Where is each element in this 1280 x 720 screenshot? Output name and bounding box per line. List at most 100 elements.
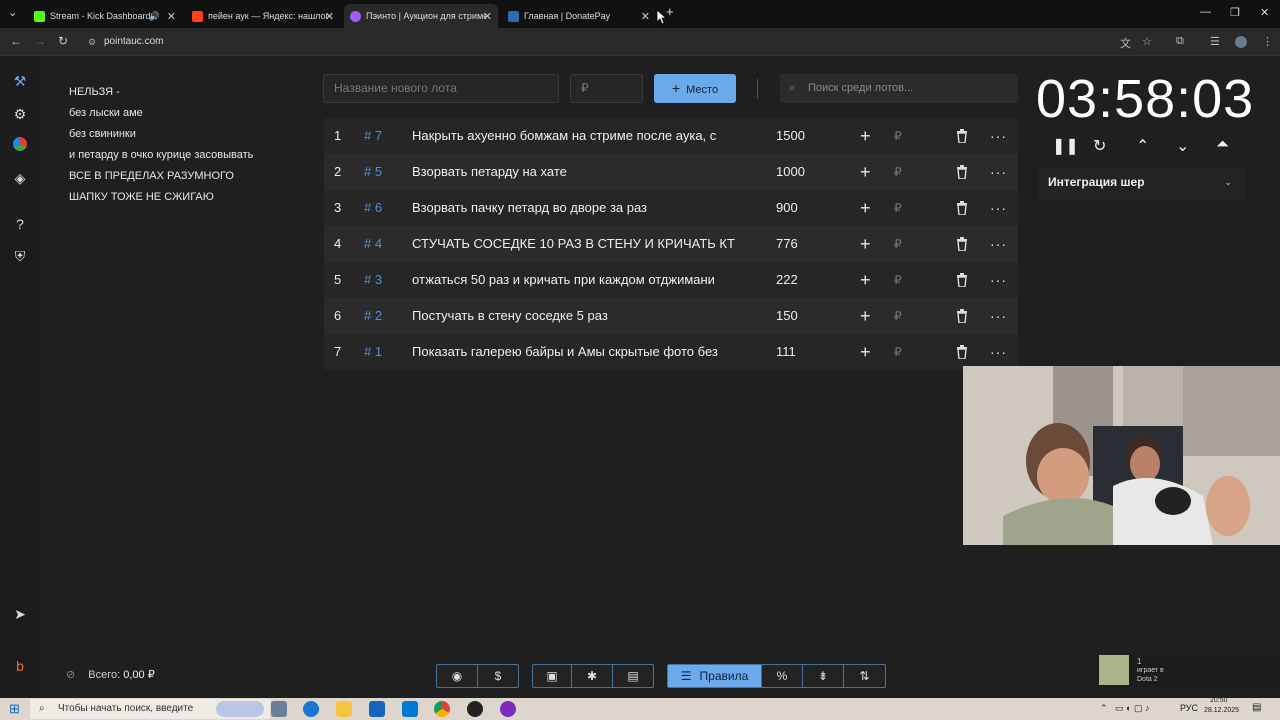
telegram-icon[interactable]: ➤ — [11, 605, 29, 623]
settings-gear-icon[interactable]: ⚙ — [11, 105, 29, 123]
explorer-icon[interactable] — [336, 701, 352, 717]
github-icon[interactable]: ◉ — [437, 665, 478, 687]
lot-name[interactable]: Взорвать пачку петард во дворе за раз — [412, 190, 752, 226]
timer-double-up-icon[interactable]: ⏶ — [1216, 136, 1229, 154]
eye-off-icon[interactable]: ⊘ — [66, 669, 75, 681]
trash-icon[interactable] — [956, 262, 970, 301]
lot-amount[interactable]: 111 — [776, 334, 796, 370]
new-tab-button[interactable]: + — [666, 4, 674, 19]
add-amount-button[interactable]: + — [860, 190, 871, 226]
tray-chevron-icon[interactable]: ⌃ — [1100, 703, 1108, 714]
store-icon[interactable] — [369, 701, 385, 717]
translate-icon[interactable]: 文 — [1120, 35, 1131, 51]
table-row[interactable]: 7 # 1 Показать галерею байры и Амы скрытые… — [324, 334, 1018, 370]
app-icon[interactable] — [500, 701, 516, 717]
tab-close-icon[interactable]: ✕ — [641, 10, 650, 23]
windows-start-icon[interactable]: ⊞ — [9, 701, 20, 717]
minimize-icon[interactable]: — — [1200, 6, 1211, 18]
chrome-icon[interactable] — [434, 701, 450, 717]
pause-icon[interactable]: ❚❚ — [1052, 136, 1079, 156]
help-icon[interactable]: ? — [11, 215, 29, 233]
clear-lots-icon[interactable]: ▤ — [613, 665, 653, 687]
rules-button[interactable]: ☰ Правила — [668, 665, 762, 687]
table-row[interactable]: 4 # 4 СТУЧАТЬ СОСЕДКЕ 10 РАЗ В СТЕНУ И КРИ… — [324, 226, 1018, 262]
bug-report-icon[interactable]: ✱ — [572, 665, 613, 687]
lot-amount[interactable]: 900 — [776, 190, 798, 226]
more-options-icon[interactable]: ··· — [990, 190, 1007, 226]
url-field[interactable]: ⚙ pointauc.com — [84, 32, 1114, 52]
add-amount-button[interactable]: + — [860, 334, 871, 370]
more-options-icon[interactable]: ··· — [990, 118, 1007, 154]
browser-menu-icon[interactable]: ⋮ — [1262, 35, 1273, 48]
amount-input[interactable]: ₽ — [570, 74, 643, 103]
tab-pointauc[interactable]: Пэинто | Аукцион для стримеров ✕ — [344, 4, 498, 28]
tab-search-icon[interactable]: ⌄ — [8, 6, 17, 19]
lot-amount[interactable]: 222 — [776, 262, 798, 298]
lot-name[interactable]: Накрыть ахуенно бомжам на стриме после а… — [412, 118, 752, 154]
edge-icon[interactable] — [303, 701, 319, 717]
integration-dropdown[interactable]: Интеграция шер ⌄ — [1038, 167, 1246, 199]
add-place-button[interactable]: + Место — [654, 74, 736, 103]
donate-dollar-icon[interactable]: $ — [478, 665, 518, 687]
lot-amount[interactable]: 1000 — [776, 154, 805, 190]
add-amount-button[interactable]: + — [860, 154, 871, 190]
boosty-icon[interactable]: b — [11, 657, 29, 675]
lot-search-input[interactable]: ⌕ Поиск среди лотов... — [780, 74, 1018, 103]
extensions-icon[interactable]: ⧉ — [1176, 35, 1184, 48]
more-options-icon[interactable]: ··· — [990, 154, 1007, 190]
back-icon[interactable]: ← — [10, 34, 22, 48]
audio-icon[interactable]: 🔊 — [149, 11, 160, 22]
percent-toggle[interactable]: % — [762, 665, 803, 687]
lot-id[interactable]: # 3 — [364, 262, 382, 298]
tab-donatepay[interactable]: Главная | DonatePay ✕ — [502, 4, 656, 28]
lot-id[interactable]: # 6 — [364, 190, 382, 226]
lot-amount[interactable]: 1500 — [776, 118, 805, 154]
timer-up-icon[interactable]: ⌃ — [1136, 136, 1149, 156]
notifications-icon[interactable]: ▤ — [1252, 702, 1261, 713]
tab-close-icon[interactable]: ✕ — [167, 10, 176, 23]
table-row[interactable]: 3 # 6 Взорвать пачку петард во дворе за ра… — [324, 190, 1018, 226]
lot-id[interactable]: # 1 — [364, 334, 382, 370]
more-options-icon[interactable]: ··· — [990, 334, 1007, 370]
trash-icon[interactable] — [956, 154, 970, 193]
tray-icons[interactable]: ▭ ◐ ▢ ♪ — [1115, 703, 1149, 714]
lot-amount[interactable]: 776 — [776, 226, 798, 262]
profile-avatar[interactable] — [1235, 36, 1247, 48]
lot-id[interactable]: # 5 — [364, 154, 382, 190]
lot-id[interactable]: # 7 — [364, 118, 382, 154]
bookmark-star-icon[interactable]: ☆ — [1142, 35, 1152, 48]
sort-icon[interactable]: ⇅ — [844, 665, 885, 687]
trash-icon[interactable] — [956, 298, 970, 337]
save-icon[interactable]: ▣ — [533, 665, 572, 687]
maximize-icon[interactable]: ❐ — [1230, 6, 1240, 19]
lot-name[interactable]: Показать галерею байры и Амы скрытые фот… — [412, 334, 752, 370]
language-indicator[interactable]: РУС — [1180, 703, 1198, 713]
tab-kick[interactable]: Stream - Kick Dashboard 🔊 ✕ — [28, 4, 182, 28]
add-amount-button[interactable]: + — [860, 118, 871, 154]
lot-amount[interactable]: 150 — [776, 298, 798, 334]
reset-timer-icon[interactable]: ↻ — [1093, 136, 1106, 156]
trash-icon[interactable] — [956, 118, 970, 157]
tab-yandex[interactable]: пейен аук — Яндекс: нашлось ✕ — [186, 4, 340, 28]
add-amount-button[interactable]: + — [860, 298, 871, 334]
table-row[interactable]: 1 # 7 Накрыть ахуенно бомжам на стриме пос… — [324, 118, 1018, 154]
site-info-icon[interactable]: ⚙ — [88, 32, 96, 52]
add-amount-button[interactable]: + — [860, 262, 871, 298]
forward-icon[interactable]: → — [34, 34, 46, 48]
game-notification[interactable]: 1 играет в Dota 2 — [1097, 655, 1279, 687]
lot-name[interactable]: Взорвать петарду на хате — [412, 154, 752, 190]
lot-name[interactable]: отжаться 50 раз и кричать при каждом отд… — [412, 262, 752, 298]
add-amount-button[interactable]: + — [860, 226, 871, 262]
trash-icon[interactable] — [956, 226, 970, 265]
table-row[interactable]: 6 # 2 Постучать в стену соседке 5 раз 150 + ₽… — [324, 298, 1018, 334]
lot-id[interactable]: # 2 — [364, 298, 382, 334]
auction-hammer-icon[interactable]: ⚒ — [11, 72, 29, 90]
tab-manager-icon[interactable]: ☰ — [1210, 35, 1220, 48]
timer-down-icon[interactable]: ⌄ — [1176, 136, 1189, 156]
obs-icon[interactable] — [467, 701, 483, 717]
table-row[interactable]: 5 # 3 отжаться 50 раз и кричать при каждом… — [324, 262, 1018, 298]
table-row[interactable]: 2 # 5 Взорвать петарду на хате 1000 + ₽ ··· — [324, 154, 1018, 190]
taskbar-search[interactable]: ⌕ Чтобы начать поиск, введите — [30, 699, 270, 719]
tab-close-icon[interactable]: ✕ — [325, 10, 334, 23]
lot-name[interactable]: Постучать в стену соседке 5 раз — [412, 298, 752, 334]
